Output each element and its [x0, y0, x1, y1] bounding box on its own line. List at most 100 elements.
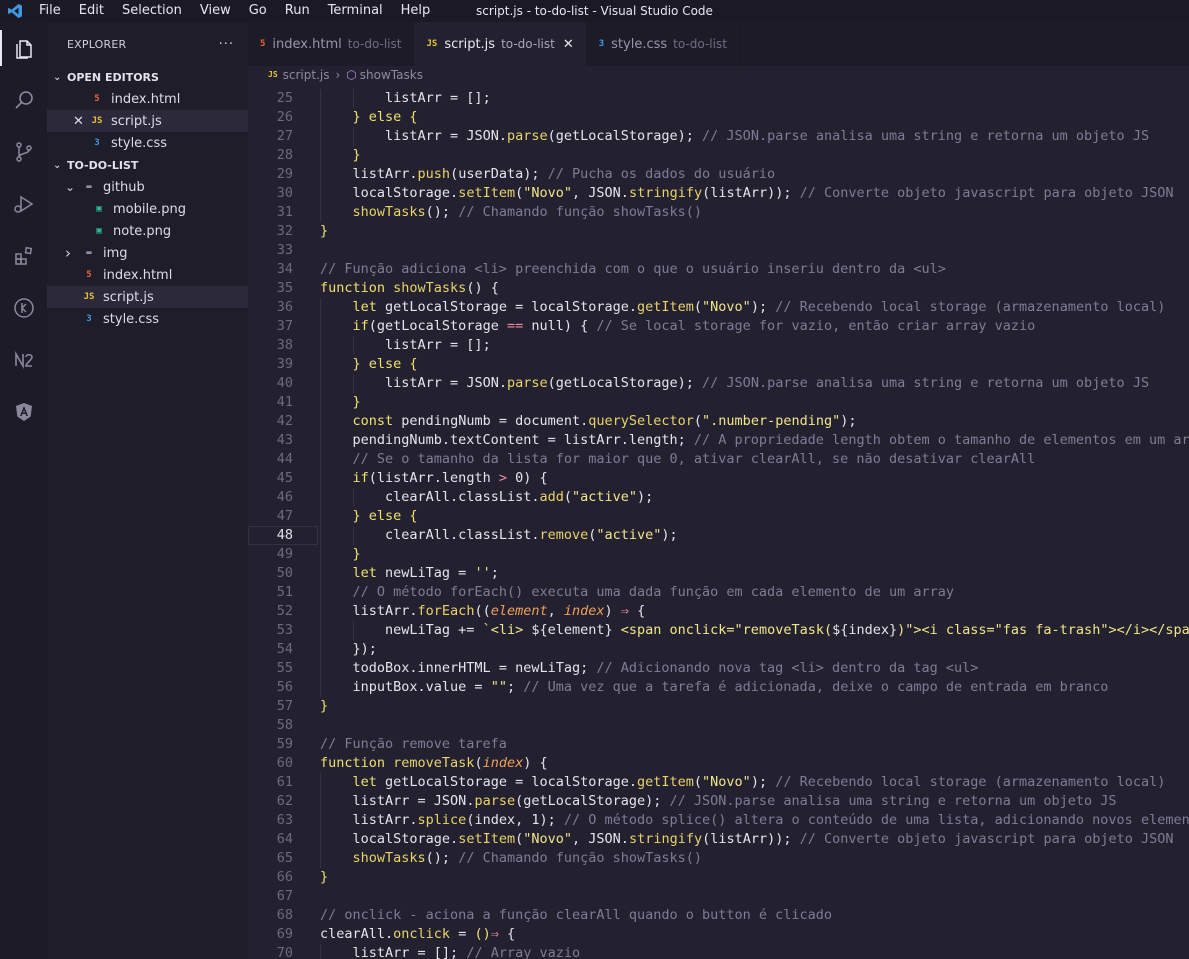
code-text: function removeTask(index) { [320, 754, 548, 773]
code-token: } [352, 546, 361, 562]
code-token: (userData); [450, 166, 548, 182]
menu-item-file[interactable]: File [30, 0, 70, 22]
code-token: ⇒ [490, 926, 499, 942]
open-editor-label: style.css [111, 135, 167, 151]
indent-guide [320, 336, 321, 355]
indent-guide [320, 184, 321, 203]
menu-item-selection[interactable]: Selection [113, 0, 191, 22]
code-line: 54}); [248, 640, 1189, 659]
menu-item-go[interactable]: Go [240, 0, 276, 22]
html-file-icon: 5 [260, 39, 266, 49]
menu-item-help[interactable]: Help [392, 0, 440, 22]
indent-guide [320, 469, 321, 488]
breadcrumb-file[interactable]: script.js [283, 68, 330, 82]
css-file-icon: 3 [86, 314, 92, 324]
file-item[interactable]: 3 style.css [47, 308, 248, 330]
folder-section[interactable]: ⌄ TO-DO-LIST [47, 154, 248, 176]
code-token: = [450, 926, 475, 942]
code-token: // Função adiciona <li> preenchida com o… [320, 261, 946, 277]
code-token: pendingNumb = document. [401, 413, 589, 429]
files-icon[interactable] [0, 22, 47, 74]
file-item[interactable]: JS script.js [47, 286, 248, 308]
code-token: (listArr.length [368, 470, 499, 486]
menu-item-run[interactable]: Run [276, 0, 319, 22]
open-editor-item[interactable]: 3 style.css [47, 132, 248, 154]
indent-guide [320, 165, 321, 184]
line-number: 56 [276, 679, 293, 695]
code-token: listArr = [385, 128, 467, 144]
file-item[interactable]: ▣ note.png [47, 220, 248, 242]
n2-icon[interactable] [0, 334, 47, 386]
more-actions-icon[interactable]: ··· [219, 37, 234, 52]
code-line: 31 showTasks(); // Chamando função showTa… [248, 203, 1189, 222]
line-number: 50 [276, 565, 293, 581]
code-token: . [620, 185, 629, 201]
remote-icon[interactable] [0, 282, 47, 334]
file-label: note.png [113, 223, 172, 239]
line-number: 57 [276, 698, 293, 714]
code-token: JSON [588, 185, 621, 201]
angular-icon[interactable] [0, 386, 47, 438]
open-editors-section[interactable]: ⌄ OPEN EDITORS [47, 66, 248, 88]
folder-item[interactable]: ⌄ ▬ github [47, 176, 248, 198]
code-token: } [352, 147, 361, 163]
line-number: 39 [276, 356, 293, 372]
code-token: parse [506, 128, 548, 144]
code-token: (listArr)); [702, 831, 800, 847]
tab-style-css[interactable]: 3 style.css to-do-list [587, 22, 740, 66]
indent-guide [320, 792, 321, 811]
close-icon[interactable]: ✕ [73, 114, 84, 129]
line-number: 52 [276, 603, 293, 619]
tab-index-html[interactable]: 5 index.html to-do-list [248, 22, 415, 66]
tab-script-js[interactable]: JS script.js to-do-list ✕ [414, 22, 587, 66]
code-token: ( [474, 755, 483, 771]
menu-item-view[interactable]: View [191, 0, 240, 22]
file-item[interactable]: 5 index.html [47, 264, 248, 286]
folder-item[interactable]: › ▬ img [47, 242, 248, 264]
line-number: 68 [276, 907, 293, 923]
code-editor[interactable]: 25 listArr = []; 26} else {27 listArr = JSO… [248, 83, 1189, 959]
extensions-icon[interactable] [0, 230, 47, 282]
code-token: getItem [637, 774, 694, 790]
tab-label: script.js [444, 36, 496, 52]
code-token: querySelector [588, 413, 694, 429]
folder-icon: ▬ [86, 182, 92, 192]
source-control-icon[interactable] [0, 126, 47, 178]
code-token: function [320, 755, 394, 771]
tab-label: index.html [272, 36, 342, 52]
code-token: } [320, 223, 329, 239]
run-debug-icon[interactable] [0, 178, 47, 230]
indent-guide [352, 374, 354, 393]
code-token: // JSON.parse analisa uma string e retor… [669, 793, 1117, 809]
code-token: parse [506, 375, 548, 391]
code-line: 56 inputBox.value = ""; // Uma vez que a … [248, 678, 1189, 697]
close-icon[interactable]: ✕ [563, 37, 574, 52]
menu-item-terminal[interactable]: Terminal [319, 0, 392, 22]
code-line: 50 let newLiTag = ''; [248, 564, 1189, 583]
code-token: (getLocalStorage); [515, 793, 670, 809]
open-editor-item[interactable]: ✕ JS script.js [47, 110, 248, 132]
code-text: listArr = []; [385, 336, 491, 355]
code-token: ${index} [832, 622, 898, 638]
breadcrumb-symbol[interactable]: showTasks [360, 68, 423, 82]
indent-guide [320, 374, 321, 393]
menu-item-edit[interactable]: Edit [70, 0, 113, 22]
line-number: 28 [276, 147, 293, 163]
file-item[interactable]: ▣ mobile.png [47, 198, 248, 220]
code-token: showTasks [352, 850, 426, 866]
code-line: 26} else { [248, 108, 1189, 127]
code-token: clearAll.classList. [385, 527, 540, 543]
indent-guide [320, 431, 321, 450]
line-number: 64 [276, 831, 293, 847]
indent-guide [320, 545, 321, 564]
indent-guide [320, 526, 321, 545]
open-editor-item[interactable]: 5 index.html [47, 88, 248, 110]
line-number: 42 [276, 413, 293, 429]
code-token: <span onclick="removeTask( [612, 622, 833, 638]
code-token: getLocalStorage = localStorage. [385, 774, 637, 790]
code-token: listArr = [385, 375, 467, 391]
code-token: (); [425, 850, 459, 866]
code-token: ; [506, 679, 524, 695]
search-icon[interactable] [0, 74, 47, 126]
code-text: listArr.splice(index, 1); // O método sp… [353, 811, 1189, 830]
